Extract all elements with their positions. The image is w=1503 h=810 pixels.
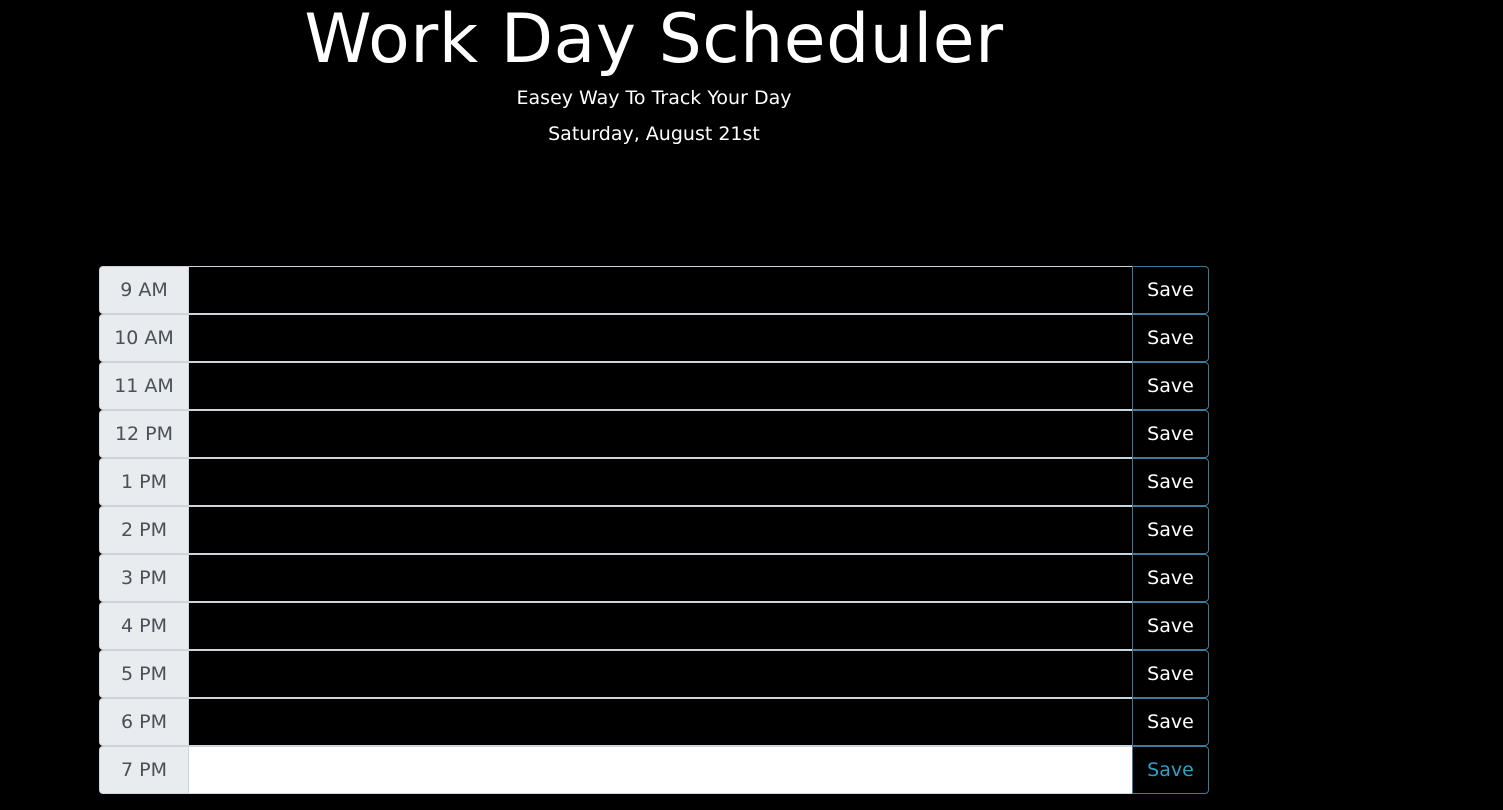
task-input[interactable] (189, 506, 1132, 554)
save-button[interactable]: Save (1132, 266, 1209, 314)
time-block-row: 4 PM Save (99, 602, 1209, 650)
save-button[interactable]: Save (1132, 410, 1209, 458)
task-input[interactable] (189, 698, 1132, 746)
task-input[interactable] (189, 314, 1132, 362)
save-button[interactable]: Save (1132, 506, 1209, 554)
hour-label: 6 PM (99, 698, 189, 746)
save-button[interactable]: Save (1132, 554, 1209, 602)
task-input[interactable] (189, 650, 1132, 698)
save-button[interactable]: Save (1132, 602, 1209, 650)
hour-label: 4 PM (99, 602, 189, 650)
time-block-row: 1 PM Save (99, 458, 1209, 506)
hour-label: 10 AM (99, 314, 189, 362)
save-button[interactable]: Save (1132, 362, 1209, 410)
hour-label: 3 PM (99, 554, 189, 602)
save-button[interactable]: Save (1132, 698, 1209, 746)
hour-label: 2 PM (99, 506, 189, 554)
save-button[interactable]: Save (1132, 650, 1209, 698)
task-input[interactable] (189, 602, 1132, 650)
hour-label: 9 AM (99, 266, 189, 314)
time-block-row: 12 PM Save (99, 410, 1209, 458)
hour-label: 11 AM (99, 362, 189, 410)
page-title: Work Day Scheduler (304, 0, 1004, 79)
time-block-row: 6 PM Save (99, 698, 1209, 746)
save-button[interactable]: Save (1132, 746, 1209, 794)
task-input[interactable] (189, 554, 1132, 602)
task-input[interactable] (189, 458, 1132, 506)
time-block-row: 2 PM Save (99, 506, 1209, 554)
time-block-row: 5 PM Save (99, 650, 1209, 698)
time-block-row: 3 PM Save (99, 554, 1209, 602)
time-block-row: 9 AM Save (99, 266, 1209, 314)
time-block-row: 11 AM Save (99, 362, 1209, 410)
current-day: Saturday, August 21st (548, 123, 760, 145)
hour-label: 5 PM (99, 650, 189, 698)
save-button[interactable]: Save (1132, 314, 1209, 362)
hour-label: 1 PM (99, 458, 189, 506)
task-input[interactable] (189, 746, 1132, 794)
page-subtitle: Easey Way To Track Your Day (516, 87, 792, 109)
save-button[interactable]: Save (1132, 458, 1209, 506)
hour-label: 7 PM (99, 746, 189, 794)
time-block-row: 10 AM Save (99, 314, 1209, 362)
task-input[interactable] (189, 410, 1132, 458)
schedule: 9 AM Save 10 AM Save 11 AM Save 12 PM Sa… (99, 266, 1209, 794)
task-input[interactable] (189, 362, 1132, 410)
time-block-row: 7 PM Save (99, 746, 1209, 794)
task-input[interactable] (189, 266, 1132, 314)
hour-label: 12 PM (99, 410, 189, 458)
